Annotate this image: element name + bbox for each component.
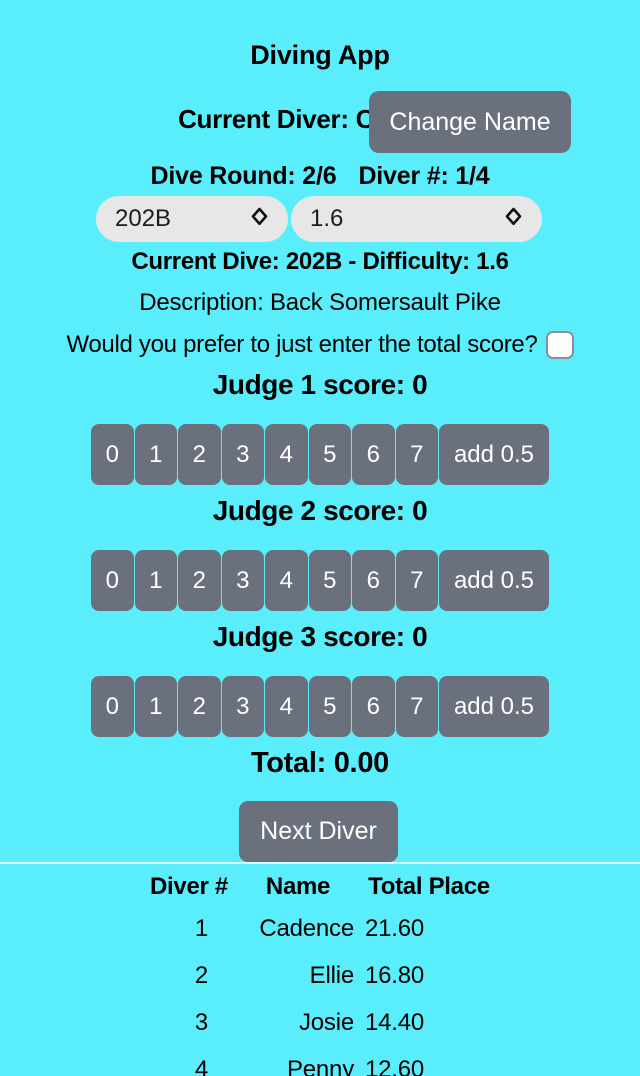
judge-2-add-half-button[interactable]: add 0.5 xyxy=(439,550,549,611)
round-info-row: Dive Round: 2/6 Diver #: 1/4 xyxy=(0,162,640,191)
dive-code-value: 202B xyxy=(115,205,172,232)
select-strip: 202B 1.6 xyxy=(0,196,640,242)
judge-1-add-half-button[interactable]: add 0.5 xyxy=(439,424,549,485)
difficulty-value: 1.6 xyxy=(310,205,344,232)
judge-1-score-button-4[interactable]: 4 xyxy=(265,424,308,485)
cell-diver-name: Josie xyxy=(298,1009,354,1036)
cell-diver-name: Ellie xyxy=(309,962,355,989)
table-row: 4 Penny 12.60 xyxy=(136,1046,504,1076)
cell-diver-number: 4 xyxy=(194,1056,208,1076)
judge-3-score-label: Judge 3 score: 0 xyxy=(212,621,428,652)
results-table-container: Diver # Name Total Place 1 Cadence 21.60… xyxy=(0,873,640,1076)
judge-3-button-row: 0 1 2 3 4 5 6 7 add 0.5 xyxy=(91,676,549,737)
judge-2-score-button-4[interactable]: 4 xyxy=(265,550,308,611)
judge-1-score-button-5[interactable]: 5 xyxy=(308,424,351,485)
judge-2-score-label: Judge 2 score: 0 xyxy=(212,495,428,526)
diver-number-label: Diver #: 1/4 xyxy=(358,162,490,190)
column-header-total-place: Total Place xyxy=(368,873,490,900)
difficulty-select[interactable]: 1.6 xyxy=(291,196,542,242)
cell-diver-number: 3 xyxy=(194,1009,208,1036)
judge-2-score-button-6[interactable]: 6 xyxy=(352,550,395,611)
total-score-checkbox[interactable] xyxy=(545,331,574,359)
current-dive-label: Current Dive: 202B - Difficulty: 1.6 xyxy=(131,248,509,275)
column-header-name: Name xyxy=(265,873,331,900)
total-score-question-label: Would you prefer to just enter the total… xyxy=(66,331,538,358)
section-divider xyxy=(0,862,640,864)
cell-total-place: 14.40 xyxy=(365,1009,425,1036)
dive-round-label: Dive Round: 2/6 xyxy=(150,162,337,190)
judge-1-score-button-2[interactable]: 2 xyxy=(178,424,221,485)
table-row: 3 Josie 14.40 xyxy=(136,999,504,1046)
judge-3-score-button-2[interactable]: 2 xyxy=(178,676,221,737)
judge-1-score-button-1[interactable]: 1 xyxy=(134,424,177,485)
judge-1-score-button-6[interactable]: 6 xyxy=(352,424,395,485)
cell-total-place: 16.80 xyxy=(365,962,425,989)
table-row: 2 Ellie 16.80 xyxy=(136,952,504,999)
judge-3-add-half-button[interactable]: add 0.5 xyxy=(439,676,549,737)
judge-2-score-button-2[interactable]: 2 xyxy=(178,550,221,611)
change-name-button[interactable]: Change Name xyxy=(369,91,571,153)
total-score-toggle-row: Would you prefer to just enter the total… xyxy=(0,328,640,362)
judge-3-score-button-1[interactable]: 1 xyxy=(134,676,177,737)
cell-diver-number: 2 xyxy=(194,962,208,989)
judge-3-score-button-5[interactable]: 5 xyxy=(308,676,351,737)
judge-2-button-row: 0 1 2 3 4 5 6 7 add 0.5 xyxy=(91,550,549,611)
judge-2-score-button-0[interactable]: 0 xyxy=(91,550,134,611)
table-header-row: Diver # Name Total Place xyxy=(136,873,504,905)
chevron-up-down-icon xyxy=(496,207,530,231)
total-label: Total: 0.00 xyxy=(251,747,389,779)
judge-2-score-button-5[interactable]: 5 xyxy=(308,550,351,611)
judge-1-button-row: 0 1 2 3 4 5 6 7 add 0.5 xyxy=(91,424,549,485)
judge-3-score-button-0[interactable]: 0 xyxy=(91,676,134,737)
cell-diver-name: Penny xyxy=(286,1056,354,1076)
cell-diver-number: 1 xyxy=(194,915,208,942)
cell-total-place: 21.60 xyxy=(365,915,425,942)
judge-3-score-button-4[interactable]: 4 xyxy=(265,676,308,737)
judge-3-score-button-6[interactable]: 6 xyxy=(352,676,395,737)
cell-diver-name: Cadence xyxy=(259,915,354,942)
dive-code-select[interactable]: 202B xyxy=(96,196,288,242)
column-header-diver-number: Diver # xyxy=(150,873,228,900)
next-diver-button[interactable]: Next Diver xyxy=(239,801,398,862)
judge-1-score-button-7[interactable]: 7 xyxy=(395,424,438,485)
results-table: Diver # Name Total Place 1 Cadence 21.60… xyxy=(136,873,504,1076)
judge-1-score-label: Judge 1 score: 0 xyxy=(212,369,428,400)
judge-1-score-button-0[interactable]: 0 xyxy=(91,424,134,485)
judge-3-score-button-3[interactable]: 3 xyxy=(221,676,264,737)
page-title: Diving App xyxy=(250,40,390,70)
judge-2-score-button-7[interactable]: 7 xyxy=(395,550,438,611)
judge-1-score-button-3[interactable]: 3 xyxy=(221,424,264,485)
judge-2-score-button-3[interactable]: 3 xyxy=(221,550,264,611)
judge-2-score-button-1[interactable]: 1 xyxy=(134,550,177,611)
table-row: 1 Cadence 21.60 xyxy=(136,905,504,952)
chevron-up-down-icon xyxy=(242,207,276,231)
cell-total-place: 12.60 xyxy=(365,1056,425,1076)
dive-description-label: Description: Back Somersault Pike xyxy=(139,289,501,316)
judge-3-score-button-7[interactable]: 7 xyxy=(395,676,438,737)
